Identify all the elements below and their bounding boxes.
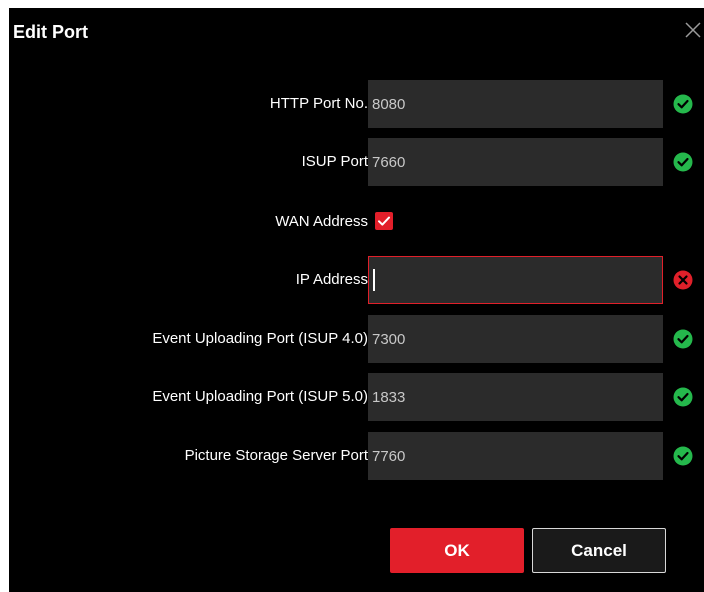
picture-storage-port-field[interactable]: [368, 432, 663, 480]
isup-port-row: ISUP Port: [9, 138, 704, 186]
wan-address-checkbox[interactable]: [375, 212, 393, 230]
http-port-input[interactable]: [369, 81, 662, 127]
check-circle-icon: [673, 152, 693, 172]
event-port-isup4-row: Event Uploading Port (ISUP 4.0): [9, 315, 704, 363]
edit-port-dialog: Edit Port HTTP Port No. ISUP Port: [9, 8, 704, 592]
check-circle-icon: [673, 329, 693, 349]
isup-port-field[interactable]: [368, 138, 663, 186]
wan-address-row: WAN Address: [9, 198, 704, 246]
check-circle-icon: [673, 387, 693, 407]
ip-address-field[interactable]: [368, 256, 663, 304]
cancel-button[interactable]: Cancel: [532, 528, 666, 573]
isup-port-label: ISUP Port: [301, 153, 368, 170]
picture-storage-port-row: Picture Storage Server Port: [9, 432, 704, 480]
error-circle-icon: [673, 270, 693, 290]
picture-storage-port-input[interactable]: [369, 433, 662, 479]
checkmark-icon: [378, 216, 390, 226]
event-port-isup5-label: Event Uploading Port (ISUP 5.0): [152, 388, 368, 405]
ok-button[interactable]: OK: [390, 528, 524, 573]
event-port-isup5-input[interactable]: [369, 374, 662, 420]
ip-address-input[interactable]: [369, 257, 662, 303]
close-icon[interactable]: [683, 20, 703, 40]
dialog-titlebar: Edit Port: [9, 8, 704, 54]
event-port-isup5-row: Event Uploading Port (ISUP 5.0): [9, 373, 704, 421]
picture-storage-port-label: Picture Storage Server Port: [184, 447, 368, 464]
wan-address-label: WAN Address: [275, 213, 368, 230]
ip-address-row: IP Address: [9, 256, 704, 304]
check-circle-icon: [673, 446, 693, 466]
dialog-title: Edit Port: [13, 22, 88, 42]
http-port-label: HTTP Port No.: [269, 95, 368, 112]
http-port-field[interactable]: [368, 80, 663, 128]
http-port-row: HTTP Port No.: [9, 80, 704, 128]
event-port-isup4-field[interactable]: [368, 315, 663, 363]
check-circle-icon: [673, 94, 693, 114]
event-port-isup5-field[interactable]: [368, 373, 663, 421]
event-port-isup4-label: Event Uploading Port (ISUP 4.0): [152, 330, 368, 347]
ip-address-label: IP Address: [295, 271, 368, 288]
isup-port-input[interactable]: [369, 139, 662, 185]
text-cursor: [373, 269, 375, 291]
event-port-isup4-input[interactable]: [369, 316, 662, 362]
